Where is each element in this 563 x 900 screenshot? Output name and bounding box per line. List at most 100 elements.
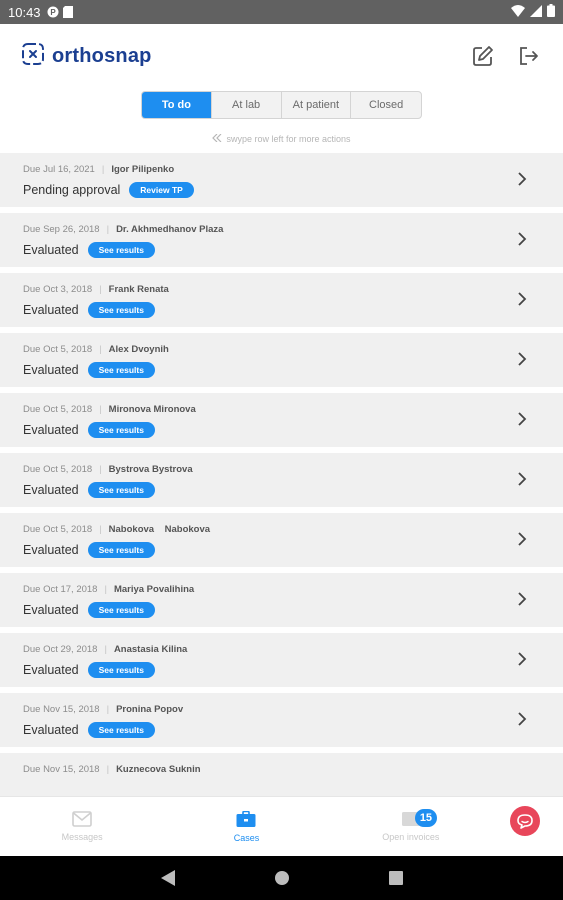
case-due-date: Due Oct 5, 2018 (23, 404, 93, 415)
see-results-button[interactable]: See results (87, 542, 155, 558)
chevron-right-icon (518, 292, 527, 306)
recents-icon[interactable] (388, 870, 404, 886)
app-root: 10:43 P orthosnap To do At lab At patien… (0, 0, 563, 900)
case-status: Evaluated (23, 663, 79, 677)
invoices-count-badge: 15 (414, 809, 438, 827)
case-patient-name: Pronina Popov (116, 704, 184, 715)
back-icon[interactable] (160, 870, 176, 886)
logout-icon[interactable] (517, 44, 541, 68)
case-due-date: Due Oct 17, 2018 (23, 584, 98, 595)
case-status: Pending approval (23, 183, 121, 197)
case-status-line: Evaluated See results (23, 722, 155, 738)
case-row[interactable]: Due Jul 16, 2021 | Igor Pilipenko Pending … (0, 153, 563, 207)
nav-cases[interactable]: Cases (164, 797, 328, 856)
meta-divider: | (106, 224, 110, 235)
edit-icon[interactable] (471, 44, 495, 68)
chevron-right-icon (518, 232, 527, 246)
case-row[interactable]: Due Nov 15, 2018 | Pronina Popov Evaluated… (0, 693, 563, 747)
case-due-date: Due Oct 5, 2018 (23, 464, 93, 475)
case-row[interactable]: Due Oct 29, 2018 | Anastasia Kilina Evalua… (0, 633, 563, 687)
case-status: Evaluated (23, 243, 79, 257)
see-results-button[interactable]: See results (87, 302, 155, 318)
meta-divider: | (101, 164, 105, 175)
case-status-line: Evaluated See results (23, 662, 155, 678)
case-status-line: Evaluated See results (23, 302, 155, 318)
see-results-button[interactable]: See results (87, 722, 155, 738)
case-row[interactable]: Due Sep 26, 2018 | Dr. Akhmedhanov Plaza E… (0, 213, 563, 267)
case-row[interactable]: Due Nov 15, 2018 | Kuznecova Suknin (0, 753, 563, 796)
case-patient-name: Dr. Akhmedhanov Plaza (116, 224, 224, 235)
review-tp-button[interactable]: Review TP (129, 182, 194, 198)
see-results-button[interactable]: See results (87, 242, 155, 258)
meta-divider: | (106, 764, 110, 775)
case-due-date: Due Sep 26, 2018 (23, 224, 100, 235)
see-results-button[interactable]: See results (87, 602, 155, 618)
case-patient-name: Alex Dvoynih (108, 344, 169, 355)
orthosnap-logo-icon (22, 42, 44, 70)
case-status-line: Evaluated See results (23, 362, 155, 378)
case-row[interactable]: Due Oct 3, 2018 | Frank Renata Evaluated S… (0, 273, 563, 327)
nav-open-invoices[interactable]: 15 Open invoices (329, 797, 493, 856)
case-due-date: Due Oct 29, 2018 (23, 644, 98, 655)
case-due-date: Due Oct 5, 2018 (23, 344, 93, 355)
meta-divider: | (99, 524, 102, 535)
home-icon[interactable] (274, 870, 290, 886)
case-status: Evaluated (23, 423, 79, 437)
header-actions (471, 44, 541, 68)
tab-closed[interactable]: Closed (351, 92, 421, 118)
status-time: 10:43 (8, 4, 41, 20)
meta-divider: | (99, 344, 102, 355)
svg-text:P: P (50, 8, 56, 17)
status-right (511, 4, 555, 20)
brand-logo: orthosnap (22, 42, 152, 70)
see-results-button[interactable]: See results (87, 362, 155, 378)
case-row[interactable]: Due Oct 5, 2018 | Bystrova Bystrova Evalua… (0, 453, 563, 507)
tab-at-lab[interactable]: At lab (212, 92, 282, 118)
case-due-date: Due Nov 15, 2018 (23, 704, 100, 715)
case-row[interactable]: Due Oct 5, 2018 | Nabokova Nabokova Evalua… (0, 513, 563, 567)
chevron-right-icon (518, 652, 527, 666)
see-results-button[interactable]: See results (87, 482, 155, 498)
chevron-right-icon (518, 352, 527, 366)
app-header: orthosnap (0, 24, 563, 88)
chat-button[interactable] (510, 806, 540, 836)
meta-divider: | (104, 644, 107, 655)
tab-to-do[interactable]: To do (142, 92, 212, 118)
meta-divider: | (99, 464, 102, 475)
chevron-right-icon (518, 532, 527, 546)
case-status-line: Evaluated See results (23, 242, 155, 258)
brand-name: orthosnap (52, 44, 152, 67)
meta-divider: | (99, 284, 102, 295)
case-status-line: Evaluated See results (23, 482, 155, 498)
see-results-button[interactable]: See results (87, 662, 155, 678)
case-patient-name: Mironova Mironova (108, 404, 196, 415)
case-meta: Due Oct 29, 2018 | Anastasia Kilina (23, 644, 187, 655)
sd-card-icon (62, 6, 75, 18)
meta-divider: | (106, 704, 110, 715)
signal-icon (530, 4, 542, 20)
case-meta: Due Sep 26, 2018 | Dr. Akhmedhanov Plaza (23, 224, 223, 235)
swipe-hint-text: swype row left for more actions (226, 134, 351, 144)
case-due-date: Due Oct 5, 2018 (23, 524, 93, 535)
case-row[interactable]: Due Oct 17, 2018 | Mariya Povalihina Evalu… (0, 573, 563, 627)
nav-messages[interactable]: Messages (0, 797, 164, 856)
case-patient-name: Frank Renata (108, 284, 169, 295)
tab-at-patient[interactable]: At patient (282, 92, 352, 118)
battery-icon (547, 4, 555, 20)
case-status: Evaluated (23, 483, 79, 497)
case-due-date: Due Jul 16, 2021 (23, 164, 95, 175)
status-bar: 10:43 P (0, 0, 563, 24)
case-row[interactable]: Due Oct 5, 2018 | Alex Dvoynih Evaluated S… (0, 333, 563, 387)
case-meta: Due Nov 15, 2018 | Pronina Popov (23, 704, 183, 715)
case-status-line: Evaluated See results (23, 542, 155, 558)
nav-messages-label: Messages (61, 832, 103, 842)
nav-cases-label: Cases (233, 833, 260, 843)
case-status: Evaluated (23, 603, 79, 617)
swipe-hint: swype row left for more actions (0, 133, 563, 144)
case-meta: Due Oct 5, 2018 | Nabokova Nabokova (23, 524, 210, 535)
see-results-button[interactable]: See results (87, 422, 155, 438)
wifi-icon (511, 4, 525, 20)
case-list: Due Jul 16, 2021 | Igor Pilipenko Pending … (0, 153, 563, 796)
chevron-right-icon (518, 172, 527, 186)
case-row[interactable]: Due Oct 5, 2018 | Mironova Mironova Evalua… (0, 393, 563, 447)
